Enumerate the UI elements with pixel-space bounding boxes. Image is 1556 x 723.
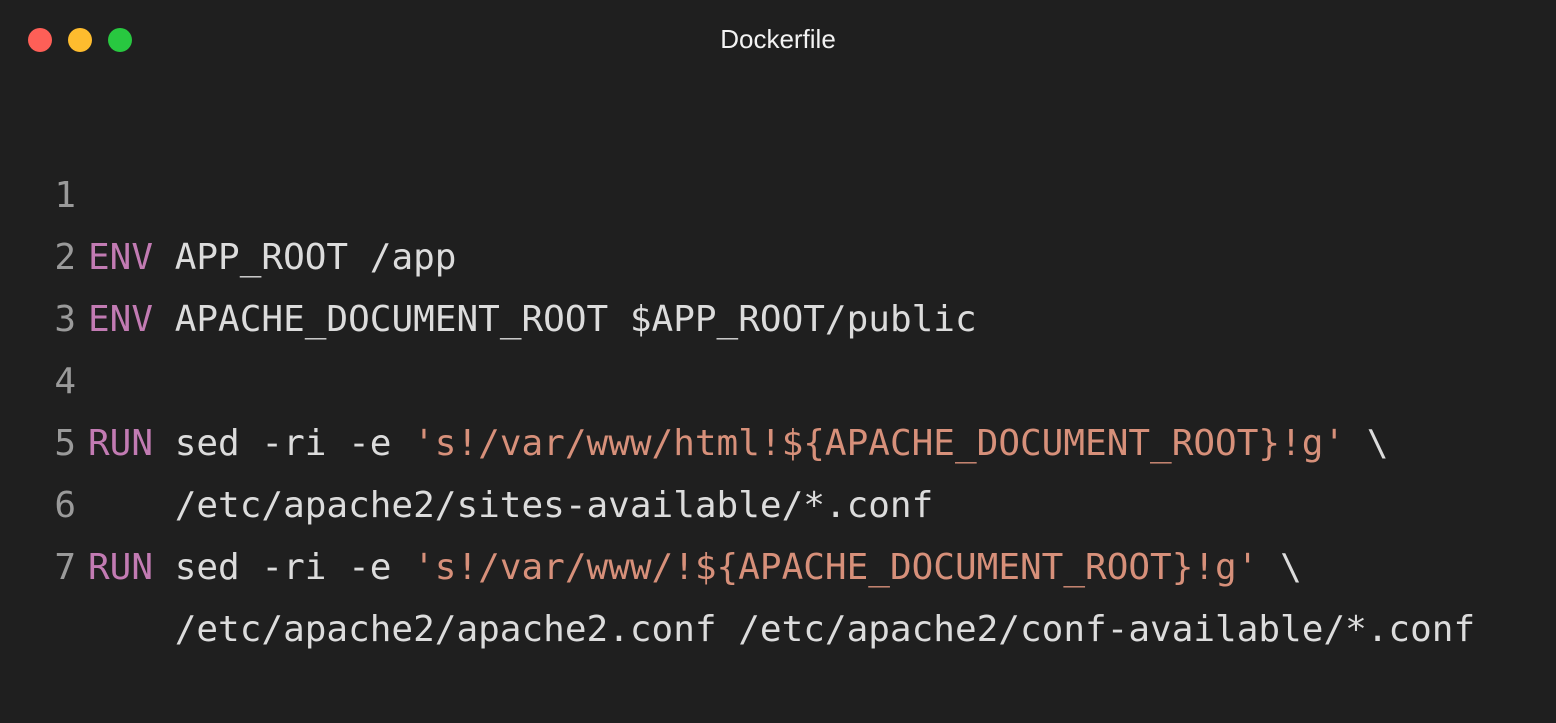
- code-line: 4 RUN sed -ri -e 's!/var/www/html!${APAC…: [0, 289, 1556, 464]
- title-bar: Dockerfile: [0, 0, 1556, 80]
- continuation-token: \: [1258, 547, 1302, 588]
- code-text: RUN sed -ri -e 's!/var/www/!${APACHE_DOC…: [88, 537, 1302, 599]
- code-line: 3: [0, 227, 1556, 340]
- code-line: 7 /etc/apache2/apache2.conf /etc/apache2…: [0, 475, 1556, 650]
- plain-token: sed -ri -e: [153, 547, 414, 588]
- string-token: 's!/var/www/!${APACHE_DOCUMENT_ROOT}!g': [413, 547, 1259, 588]
- code-editor[interactable]: 1 ENV APP_ROOT /app 2 ENV APACHE_DOCUMEN…: [0, 103, 1556, 650]
- code-line: 1 ENV APP_ROOT /app: [0, 103, 1556, 278]
- editor-window: Dockerfile 1 ENV APP_ROOT /app 2 ENV APA…: [0, 0, 1556, 650]
- line-number: 7: [54, 547, 76, 588]
- code-text: /etc/apache2/apache2.conf /etc/apache2/c…: [88, 599, 1475, 661]
- code-line: 6 RUN sed -ri -e 's!/var/www/!${APACHE_D…: [0, 413, 1556, 588]
- code-line: 5 /etc/apache2/sites-available/*.conf: [0, 351, 1556, 526]
- code-line: 2 ENV APACHE_DOCUMENT_ROOT $APP_ROOT/pub…: [0, 165, 1556, 340]
- plain-token: /etc/apache2/apache2.conf /etc/apache2/c…: [88, 609, 1476, 650]
- window-title: Dockerfile: [720, 24, 836, 54]
